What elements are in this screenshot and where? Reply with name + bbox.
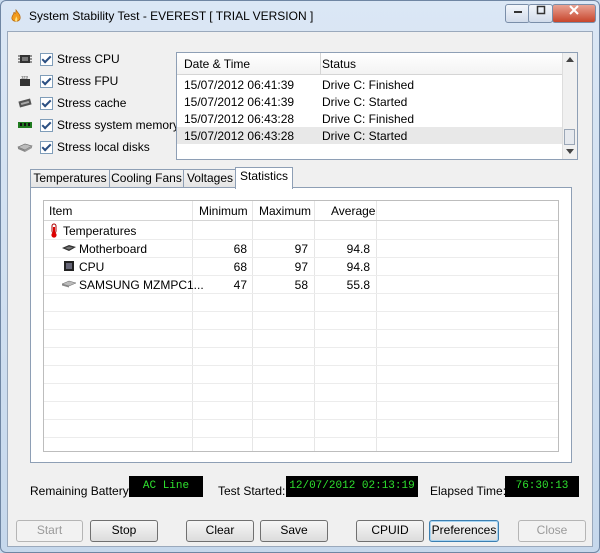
maximize-button[interactable] (528, 4, 553, 23)
row-max: 58 (294, 278, 308, 292)
row-min: 68 (233, 242, 247, 256)
row-min: 47 (233, 278, 247, 292)
log-row[interactable]: 15/07/2012 06:41:39 Drive C: Started (177, 93, 563, 110)
stress-fpu-label: Stress FPU (57, 74, 119, 88)
battery-value: AC Line (129, 476, 203, 497)
stress-cpu-checkbox[interactable] (40, 52, 53, 66)
column-item[interactable]: Item (49, 204, 72, 218)
memory-icon (18, 122, 32, 128)
test-started-value: 12/07/2012 02:13:19 (286, 476, 418, 497)
disk-icon (17, 143, 33, 152)
title-bar[interactable]: System Stability Test - EVEREST [ TRIAL … (1, 1, 599, 31)
column-average[interactable]: Average (331, 204, 375, 218)
log-column-status[interactable]: Status (322, 57, 356, 71)
fpu-icon: 123 (20, 75, 30, 86)
row-avg: 94.8 (346, 260, 370, 274)
save-button[interactable]: Save (260, 520, 328, 542)
log-time: 15/07/2012 06:41:39 (184, 95, 295, 109)
log-column-datetime[interactable]: Date & Time (184, 57, 250, 71)
stress-cpu-label: Stress CPU (57, 52, 120, 66)
preferences-button[interactable]: Preferences (429, 520, 499, 542)
log-time: 15/07/2012 06:43:28 (184, 112, 295, 126)
stress-cache-option[interactable]: Stress cache (17, 94, 126, 112)
stress-fpu-checkbox[interactable] (40, 74, 53, 88)
stress-memory-label: Stress system memory (57, 118, 180, 132)
log-header: Date & Time Status (177, 53, 563, 75)
stress-cache-checkbox[interactable] (40, 96, 53, 110)
statistics-header: Item Minimum Maximum Average (44, 201, 558, 221)
close-window-button[interactable] (552, 4, 596, 23)
table-row[interactable]: CPU 68 97 94.8 (44, 258, 558, 275)
stress-cache-label: Stress cache (57, 96, 127, 110)
row-avg: 55.8 (346, 278, 370, 292)
tab-cooling-fans[interactable]: Cooling Fans (109, 169, 184, 188)
stress-disks-checkbox[interactable] (40, 140, 53, 154)
cpuid-button[interactable]: CPUID (356, 520, 424, 542)
statistics-panel: Item Minimum Maximum Average Temperature… (30, 187, 572, 463)
log-time: 15/07/2012 06:43:28 (184, 129, 295, 143)
clear-button[interactable]: Clear (186, 520, 254, 542)
elapsed-time-value: 76:30:13 (505, 476, 579, 497)
thermometer-icon (51, 223, 57, 238)
row-max: 97 (294, 260, 308, 274)
log-scrollbar[interactable] (562, 53, 577, 159)
cache-icon (18, 98, 32, 108)
cpu-icon (18, 55, 32, 63)
row-item: Motherboard (79, 242, 148, 256)
tab-statistics[interactable]: Statistics (235, 167, 293, 189)
stop-button[interactable]: Stop (90, 520, 158, 542)
row-min: 68 (233, 260, 247, 274)
row-item: CPU (79, 260, 105, 274)
column-minimum[interactable]: Minimum (199, 204, 248, 218)
log-row-selected[interactable]: 15/07/2012 06:43:28 Drive C: Started (177, 127, 563, 144)
svg-text:123: 123 (21, 75, 28, 80)
row-max: 97 (294, 242, 308, 256)
statistics-table[interactable]: Item Minimum Maximum Average Temperature… (43, 200, 559, 452)
log-row[interactable]: 15/07/2012 06:43:28 Drive C: Finished (177, 110, 563, 127)
elapsed-time-label: Elapsed Time: (430, 484, 507, 498)
log-time: 15/07/2012 06:41:39 (184, 78, 295, 92)
stress-cpu-option[interactable]: Stress CPU (17, 50, 120, 68)
stress-fpu-option[interactable]: 123 Stress FPU (17, 72, 118, 90)
group-row[interactable]: Temperatures (44, 222, 558, 239)
test-started-label: Test Started: (218, 484, 286, 498)
close-button[interactable]: Close (518, 520, 586, 542)
log-scroll-thumb[interactable] (564, 129, 575, 145)
scroll-up-icon[interactable] (566, 56, 574, 62)
window-title: System Stability Test - EVEREST [ TRIAL … (29, 9, 314, 23)
stress-disks-label: Stress local disks (57, 140, 150, 154)
stress-memory-option[interactable]: Stress system memory (17, 116, 179, 134)
minimize-button[interactable] (505, 4, 530, 23)
minimize-icon (513, 11, 522, 13)
event-log-list[interactable]: Date & Time Status 15/07/2012 06:41:39 D… (176, 52, 578, 160)
close-icon (569, 5, 579, 15)
stress-memory-checkbox[interactable] (40, 118, 53, 132)
motherboard-icon (62, 245, 76, 251)
row-avg: 94.8 (346, 242, 370, 256)
maximize-icon (536, 5, 545, 15)
tab-voltages[interactable]: Voltages (183, 169, 237, 188)
log-status: Drive C: Finished (322, 112, 415, 126)
log-status: Drive C: Finished (322, 78, 415, 92)
battery-label: Remaining Battery: (30, 484, 133, 498)
log-status: Drive C: Started (322, 129, 408, 143)
tab-temperatures[interactable]: Temperatures (30, 169, 110, 188)
start-button[interactable]: Start (16, 520, 83, 542)
column-maximum[interactable]: Maximum (259, 204, 311, 218)
flame-icon (11, 9, 21, 22)
row-item: SAMSUNG MZMPC1... (79, 278, 204, 292)
disk-icon (62, 280, 76, 288)
group-label: Temperatures (63, 224, 137, 238)
table-row[interactable]: Motherboard 68 97 94.8 (44, 240, 558, 257)
log-status: Drive C: Started (322, 95, 408, 109)
stress-disks-option[interactable]: Stress local disks (17, 138, 150, 156)
table-row[interactable]: SAMSUNG MZMPC1... 47 58 55.8 (44, 276, 558, 293)
scroll-down-icon[interactable] (566, 149, 574, 155)
log-row[interactable]: 15/07/2012 06:41:39 Drive C: Finished (177, 76, 563, 93)
cpu-icon (64, 261, 74, 271)
